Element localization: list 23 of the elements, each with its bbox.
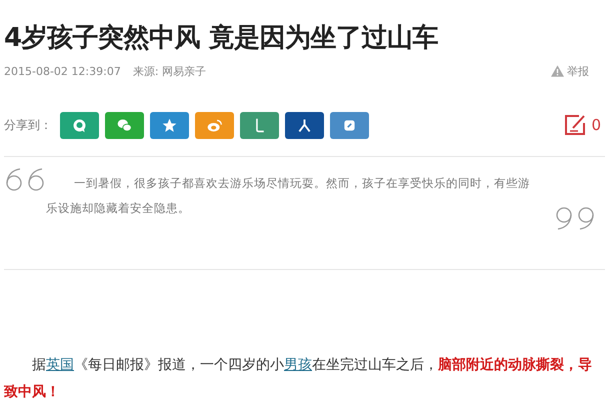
- article-title: 4岁孩子突然中风 竟是因为坐了过山车: [4, 22, 440, 55]
- star-icon: [161, 116, 178, 134]
- comment-count[interactable]: 0: [591, 116, 601, 134]
- report-link[interactable]: 举报: [567, 64, 589, 78]
- quote-text: 一到暑假，很多孩子都喜欢去游乐场尽情玩耍。然而，孩子在享受快乐的同时，有些游乐设施却隐藏着安全隐患。: [46, 175, 531, 217]
- warning-icon[interactable]: [551, 65, 564, 77]
- two-bubbles-icon: [116, 116, 133, 134]
- comment-edit-icon[interactable]: [563, 113, 588, 137]
- share-person-button[interactable]: [285, 112, 324, 138]
- share-label: 分享到：: [4, 116, 52, 134]
- chat-bubble-icon: [71, 116, 88, 134]
- text-link[interactable]: 英国: [46, 357, 74, 373]
- source-label: 来源: 网易亲子: [132, 64, 206, 78]
- share-note-button[interactable]: [330, 112, 369, 138]
- publish-date: 2015-08-02 12:39:07: [4, 64, 121, 78]
- share-bubble-button[interactable]: [60, 112, 99, 138]
- share-star-button[interactable]: [150, 112, 189, 138]
- text-link[interactable]: 男孩: [284, 357, 312, 373]
- person-icon: [296, 116, 313, 134]
- body-paragraph: 据英国《每日邮报》报道，一个四岁的小男孩在坐完过山车之后，脑部附近的动脉撕裂，导致中风！: [4, 356, 593, 402]
- share-hook-button[interactable]: [240, 112, 279, 138]
- share-wechat-button[interactable]: [105, 112, 144, 138]
- share-weibo-button[interactable]: [195, 112, 234, 138]
